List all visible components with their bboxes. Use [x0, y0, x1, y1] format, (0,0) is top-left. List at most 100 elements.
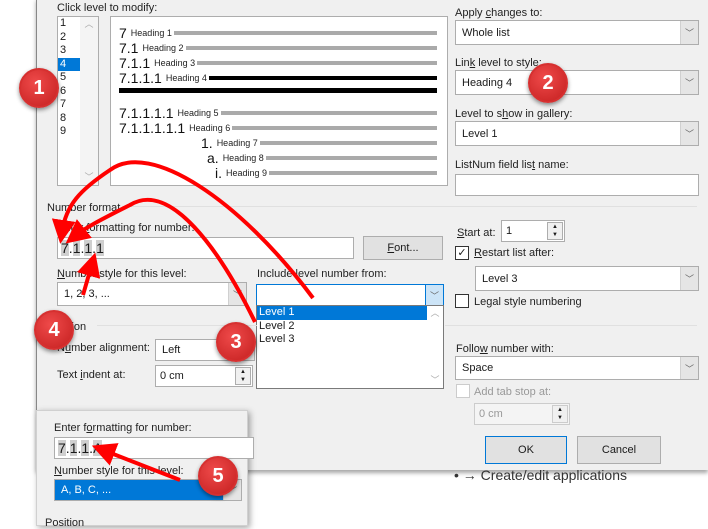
- follow-select[interactable]: Space ﹀: [455, 356, 699, 380]
- preview-number: 7: [119, 25, 127, 41]
- scroll-down-icon[interactable]: ﹀: [427, 373, 443, 386]
- section-separator: [87, 206, 697, 207]
- include-level-select[interactable]: ﹀: [256, 284, 444, 306]
- format-char: A: [93, 440, 103, 456]
- apply-changes-label: Apply changes to:: [455, 7, 543, 19]
- chevron-down-icon[interactable]: ﹀: [680, 21, 698, 44]
- inset-number-style-label: Number style for this level:: [54, 465, 184, 477]
- dropdown-option[interactable]: Level 1: [257, 306, 427, 320]
- legal-label: Legal style numbering: [474, 296, 582, 308]
- preview-number: 7.1.1: [119, 55, 151, 71]
- scroll-down-icon[interactable]: ﹀: [80, 170, 98, 183]
- gallery-value: Level 1: [462, 127, 498, 140]
- link-level-value: Heading 4: [462, 76, 513, 89]
- follow-label: Follow number with:: [456, 343, 554, 355]
- preview-number: a.: [207, 150, 219, 166]
- apply-changes-select[interactable]: Whole list ﹀: [455, 20, 699, 45]
- preview-heading: Heading 2: [142, 43, 184, 53]
- cancel-button[interactable]: Cancel: [577, 436, 661, 464]
- inset-position-label: Position: [45, 517, 85, 529]
- chevron-down-icon[interactable]: ﹀: [680, 357, 698, 379]
- preview-line: [220, 111, 437, 115]
- step-badge-2: 2: [528, 63, 568, 103]
- apply-changes-value: Whole list: [462, 26, 510, 39]
- preview-heading: Heading 6: [189, 123, 231, 133]
- preview-line: [185, 46, 437, 50]
- preview-row: 7.1 Heading 2: [119, 40, 437, 56]
- restart-label: Restart list after:: [474, 247, 555, 259]
- number-style-select[interactable]: 1, 2, 3, ... ﹀: [57, 282, 247, 306]
- preview-heading: Heading 1: [130, 28, 172, 38]
- preview-line: [197, 61, 437, 65]
- format-char: 1: [96, 240, 104, 256]
- format-char: 7: [58, 440, 66, 456]
- restart-select[interactable]: Level 3 ﹀: [475, 266, 699, 291]
- ok-button[interactable]: OK: [485, 436, 567, 464]
- preview-line: [259, 141, 437, 145]
- tabstop-checkbox[interactable]: [456, 384, 470, 398]
- preview-heading: Heading 5: [177, 108, 219, 118]
- preview-heading: Heading 7: [216, 138, 258, 148]
- font-button[interactable]: Font...: [363, 236, 443, 260]
- start-at-spinner[interactable]: ▲ ▼: [547, 222, 563, 240]
- gallery-select[interactable]: Level 1 ﹀: [455, 121, 699, 146]
- preview-number: 7.1: [119, 40, 139, 56]
- dropdown-option[interactable]: Level 2: [257, 320, 427, 334]
- preview-number: 7.1.1.1.1: [119, 105, 174, 121]
- background-document-text: • → Create/edit applications: [454, 467, 627, 483]
- level-list-scrollbar[interactable]: ︿ ﹀: [80, 17, 98, 185]
- scroll-up-icon[interactable]: ︿: [80, 17, 98, 30]
- listnum-input[interactable]: [455, 174, 699, 196]
- format-char: 1: [84, 240, 93, 256]
- restart-value: Level 3: [482, 272, 518, 285]
- level-preview: 7 Heading 1 7.1 Heading 2 7.1.1 Heading 3 7.1.…: [110, 16, 448, 186]
- alignment-label: Number alignment:: [57, 342, 150, 354]
- preview-line: [232, 126, 437, 130]
- formatting-input[interactable]: 7.1.1.1: [57, 237, 354, 259]
- preview-heading: Heading 3: [154, 58, 196, 68]
- tabstop-spinner[interactable]: ▲ ▼: [552, 405, 568, 423]
- start-at-label: Start at:: [457, 227, 496, 239]
- step-badge-5: 5: [198, 456, 238, 496]
- include-level-label: Include level number from:: [257, 268, 387, 280]
- alignment-value: Left: [162, 344, 181, 356]
- follow-value: Space: [462, 362, 494, 374]
- level-list[interactable]: 123456789 ︿ ﹀: [57, 16, 99, 186]
- enter-formatting-label: Enter formatting for number:: [57, 222, 195, 234]
- preview-row: i. Heading 9: [215, 165, 437, 181]
- listnum-label: ListNum field list name:: [455, 159, 569, 171]
- indent-spinner[interactable]: ▲ ▼: [235, 367, 251, 385]
- dropdown-option[interactable]: Level 3: [257, 333, 427, 347]
- inset-formatting-input[interactable]: 7.1.1.A: [54, 437, 254, 459]
- dropdown-scrollbar[interactable]: ︿ ﹀: [427, 306, 443, 388]
- chevron-down-icon[interactable]: ﹀: [425, 285, 443, 305]
- scroll-up-icon[interactable]: ︿: [427, 306, 443, 319]
- preview-heading: Heading 8: [222, 153, 264, 163]
- include-level-dropdown[interactable]: Level 1 Level 2 Level 3 ︿ ﹀: [256, 305, 444, 389]
- legal-checkbox[interactable]: [455, 294, 469, 308]
- tabstop-label: Add tab stop at:: [474, 386, 552, 398]
- preview-row: 7.1.1.1 Heading 4: [119, 70, 437, 86]
- preview-number: i.: [215, 165, 222, 181]
- gallery-label: Level to show in gallery:: [455, 108, 573, 120]
- number-style-label: Number style for this level:: [57, 268, 187, 280]
- chevron-down-icon[interactable]: ﹀: [680, 71, 698, 94]
- inset-number-style-value: A, B, C, ...: [61, 484, 112, 496]
- preview-row: 7.1.1.1.1 Heading 5: [119, 105, 437, 121]
- preview-number: 7.1.1.1: [119, 70, 162, 86]
- preview-insert-line: [119, 88, 437, 93]
- restart-checkbox[interactable]: ✓: [455, 246, 469, 260]
- chevron-down-icon[interactable]: ﹀: [228, 283, 246, 305]
- click-level-label: Click level to modify:: [57, 2, 158, 14]
- format-char: 7: [61, 240, 69, 256]
- preview-row: a. Heading 8: [207, 150, 437, 166]
- preview-number: 7.1.1.1.1.1: [119, 120, 186, 136]
- link-level-select[interactable]: Heading 4 ﹀: [455, 70, 699, 95]
- inset-enter-formatting-label: Enter formatting for number:: [54, 422, 192, 434]
- level-item-4[interactable]: 4: [58, 57, 81, 71]
- preview-row: 7.1.1.1.1.1 Heading 6: [119, 120, 437, 136]
- preview-line: [173, 31, 437, 35]
- chevron-down-icon[interactable]: ﹀: [680, 267, 698, 290]
- preview-heading: Heading 4: [165, 73, 207, 83]
- chevron-down-icon[interactable]: ﹀: [680, 122, 698, 145]
